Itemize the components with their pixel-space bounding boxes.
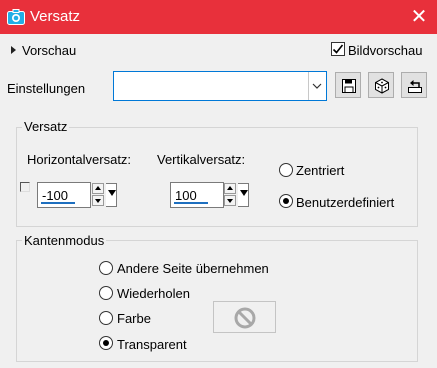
offset-group-label: Versatz [22, 119, 70, 135]
disabled-icon [234, 307, 256, 329]
transparent-radio-label[interactable]: Transparent [117, 337, 187, 353]
arrow-up-icon [95, 186, 101, 190]
reset-button[interactable] [401, 72, 427, 98]
edge-color-swatch[interactable] [213, 301, 276, 333]
centered-radio[interactable] [279, 163, 293, 177]
wrap-radio-label[interactable]: Andere Seite übernehmen [117, 261, 269, 277]
dropdown-arrow-icon [240, 190, 248, 196]
dropdown-arrow-icon [108, 190, 116, 196]
color-radio-label[interactable]: Farbe [117, 311, 151, 327]
vertical-offset-label: Vertikalversatz: [157, 152, 246, 167]
dice-icon [375, 78, 389, 94]
arrow-up-icon [227, 186, 233, 190]
custom-radio-label[interactable]: Benutzerdefiniert [296, 195, 394, 211]
vertical-decrement-button[interactable] [224, 195, 236, 206]
camera-icon [7, 9, 25, 25]
horizontal-slider-dropdown[interactable] [106, 183, 117, 207]
save-icon [342, 79, 356, 93]
wrap-radio[interactable] [99, 261, 113, 275]
checkmark-icon [332, 44, 344, 54]
save-preset-button[interactable] [335, 72, 361, 98]
image-preview-checkbox[interactable] [331, 42, 345, 56]
image-preview-label[interactable]: Bildvorschau [348, 43, 422, 59]
close-icon[interactable]: ✕ [402, 1, 436, 33]
repeat-radio-label[interactable]: Wiederholen [117, 286, 190, 302]
expand-triangle-icon[interactable] [11, 46, 16, 54]
transparent-radio[interactable] [99, 336, 113, 350]
color-radio[interactable] [99, 311, 113, 325]
arrow-down-icon [227, 199, 233, 203]
chevron-down-icon [311, 80, 323, 92]
arrow-down-icon [95, 199, 101, 203]
repeat-radio[interactable] [99, 286, 113, 300]
randomize-button[interactable] [368, 72, 394, 98]
reset-icon [408, 80, 422, 93]
preview-toggle-label[interactable]: Vorschau [22, 43, 76, 59]
custom-radio[interactable] [279, 194, 293, 208]
settings-label: Einstellungen [7, 81, 86, 96]
window-title: Versatz [30, 8, 81, 25]
offset-group [16, 127, 418, 227]
horizontal-offset-input[interactable]: -100 [37, 182, 91, 208]
input-underline [41, 202, 75, 204]
preset-combobox[interactable] [113, 71, 327, 101]
horizontal-offset-label: Horizontalversatz: [27, 152, 132, 167]
vertical-increment-button[interactable] [224, 183, 236, 194]
edge-mode-group-label: Kantenmodus [22, 233, 107, 249]
centered-radio-label[interactable]: Zentriert [296, 163, 344, 179]
link-offsets-checkbox[interactable] [20, 182, 30, 192]
input-underline [174, 202, 208, 204]
horizontal-increment-button[interactable] [92, 183, 104, 194]
vertical-offset-input[interactable]: 100 [170, 182, 224, 208]
horizontal-decrement-button[interactable] [92, 195, 104, 206]
vertical-slider-dropdown[interactable] [238, 183, 249, 207]
